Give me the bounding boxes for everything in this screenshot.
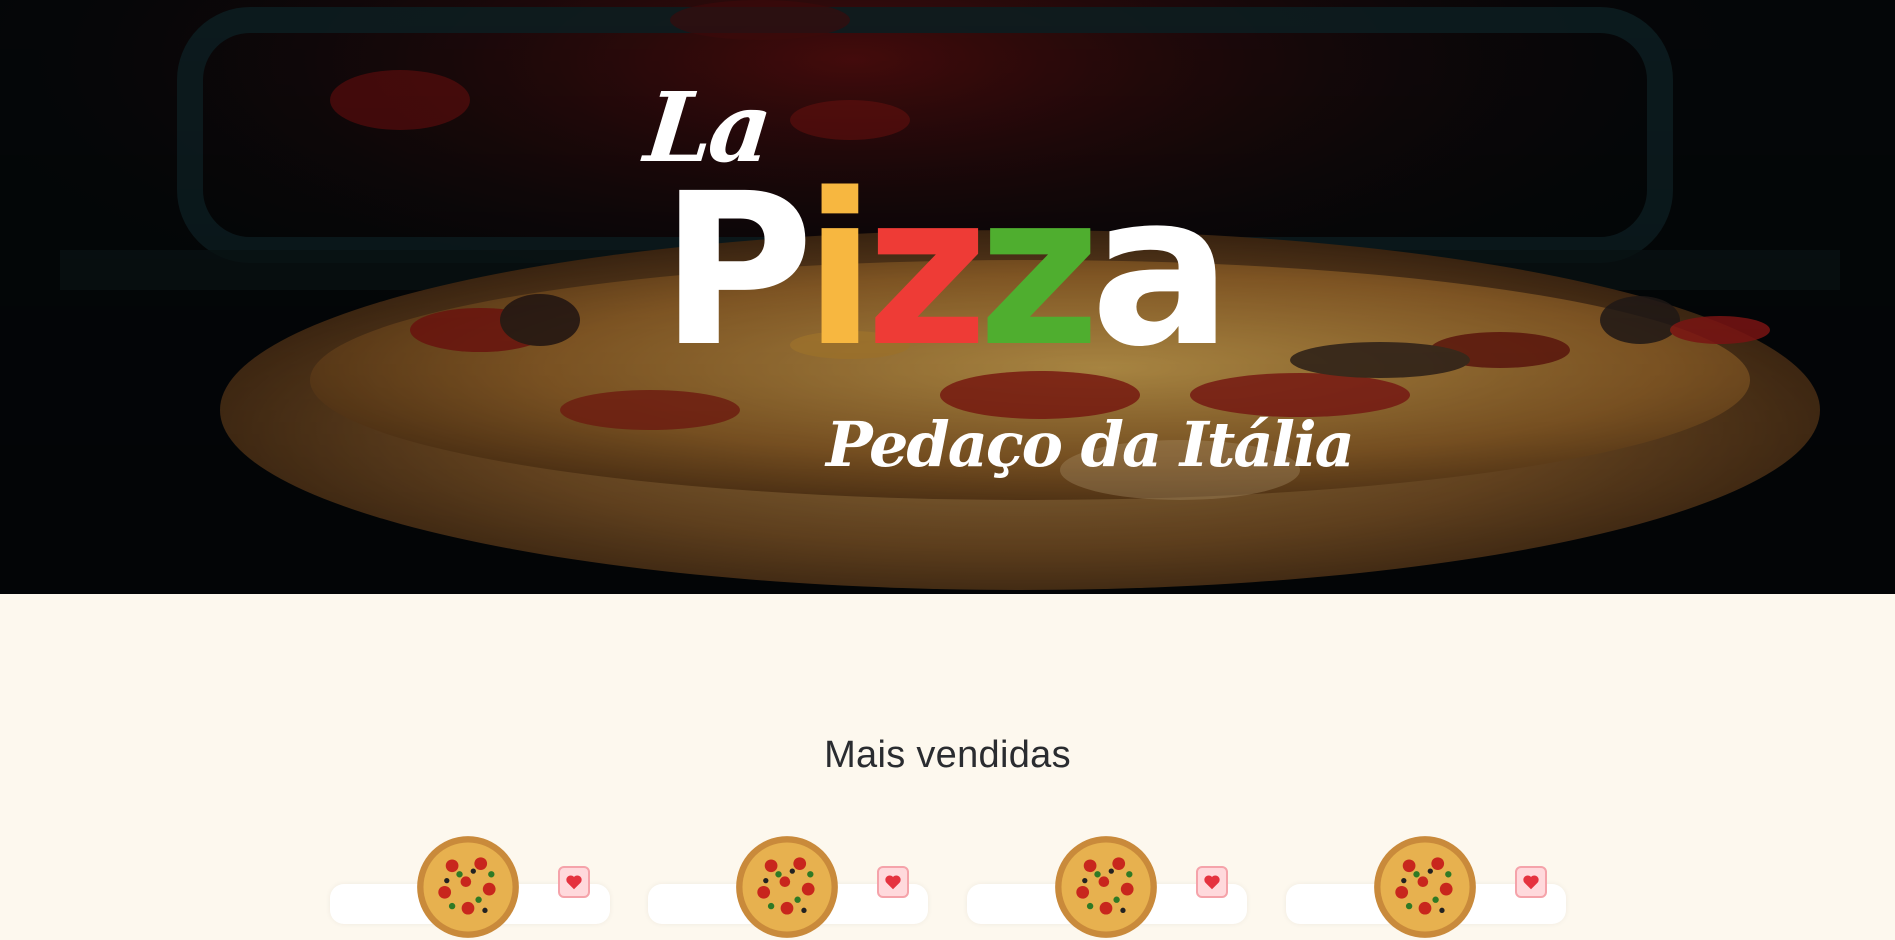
logo-letter-i: i (803, 148, 876, 393)
pizza-icon[interactable] (415, 834, 521, 940)
logo-tagline: Pedaço da Itália (826, 408, 1355, 481)
favorite-button[interactable] (1515, 866, 1547, 898)
pizza-icon[interactable] (734, 834, 840, 940)
heart-icon (1204, 875, 1220, 890)
favorite-button[interactable] (1196, 866, 1228, 898)
brand-logo: La Pizza Pedaço da Itália (640, 71, 1355, 500)
hero-banner: La Pizza Pedaço da Itália (0, 0, 1895, 594)
logo-pizza-word: Pizza (660, 148, 1232, 393)
logo-letter-z2: z (978, 148, 1100, 393)
logo-letter-p: P (660, 148, 814, 393)
best-sellers-section: Mais vendidas (0, 594, 1895, 938)
logo-letter-a: a (1090, 148, 1232, 393)
heart-icon (566, 875, 582, 890)
favorite-button[interactable] (877, 866, 909, 898)
product-list (0, 594, 1895, 938)
pizza-icon[interactable] (1053, 834, 1159, 940)
heart-icon (1523, 875, 1539, 890)
logo-letter-z1: z (865, 148, 988, 393)
heart-icon (885, 875, 901, 890)
pizza-icon[interactable] (1372, 834, 1478, 940)
favorite-button[interactable] (558, 866, 590, 898)
